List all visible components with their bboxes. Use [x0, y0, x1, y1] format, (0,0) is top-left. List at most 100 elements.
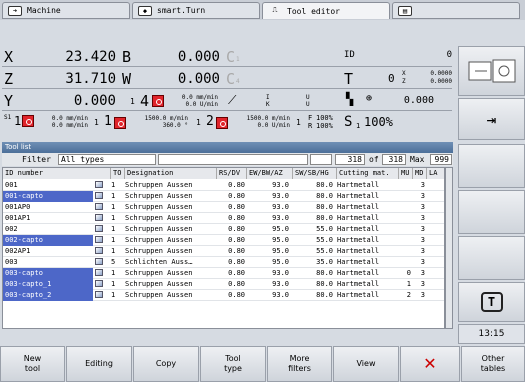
col-header-id[interactable]: ID number	[3, 168, 111, 179]
col-header-rs[interactable]: RS/DV	[217, 168, 247, 179]
tool-t-icon: T	[480, 292, 503, 312]
filter-input[interactable]	[158, 154, 308, 165]
editing-button[interactable]: Editing	[66, 346, 132, 382]
cell-to: 1	[111, 236, 116, 244]
feed-4-b: 0.0 U/min	[185, 101, 218, 108]
col-header-sw[interactable]: SW/SB/HG	[293, 168, 337, 179]
col-header-la[interactable]: LA	[427, 168, 444, 179]
cell-rs: 0.80	[228, 258, 245, 266]
measure-icon: ▚	[346, 92, 354, 106]
tab-machine[interactable]: ➜ Machine	[2, 2, 130, 19]
channel-n2: 1	[196, 118, 201, 127]
right-softkey-5[interactable]	[458, 236, 525, 280]
table-row[interactable]: 003-capto 1 Schruppen Aussen 0.80 93.0 80.0 Ha…	[3, 268, 444, 279]
z-offset-label: Z	[402, 78, 406, 85]
arrow-icon: ➜	[8, 5, 22, 16]
cell-rs: 0.80	[228, 225, 245, 233]
cell-mat: Hartmetall	[337, 203, 380, 211]
tool-icon	[95, 247, 103, 254]
col-header-mu[interactable]: MU	[399, 168, 413, 179]
rapid-override-value: 100%	[316, 122, 333, 130]
table-row[interactable]: 003-capto_1 1 Schruppen Aussen 0.80 93.0 80.0…	[3, 279, 444, 290]
cell-des: Schruppen Aussen	[125, 236, 193, 244]
table-row[interactable]: 002 1 Schruppen Aussen 0.80 95.0 55.0 Hartmeta…	[3, 224, 444, 235]
tool-type-button[interactable]: Tool type	[200, 346, 266, 382]
s1-number: 1	[14, 114, 22, 128]
table-row[interactable]: 002AP1 1 Schruppen Aussen 0.80 95.0 55.0 Hartm…	[3, 246, 444, 257]
cell-mat: Hartmetall	[337, 214, 380, 222]
cell-md: 3	[420, 258, 425, 266]
more-filters-button[interactable]: More filters	[267, 346, 332, 382]
x-axis-label: X	[4, 48, 14, 66]
table-row[interactable]: 001AP0 1 Schruppen Aussen 0.80 93.0 80.0 Hartm…	[3, 202, 444, 213]
cell-mat: Hartmetall	[337, 225, 380, 233]
right-softkey-4[interactable]	[458, 190, 525, 234]
divider	[2, 66, 452, 67]
cell-ew: 93.0	[272, 214, 289, 222]
w-axis-label: W	[122, 70, 132, 88]
col-header-designation[interactable]: Designation	[125, 168, 217, 179]
id-value: 0	[446, 50, 452, 60]
col-header-ew[interactable]: EW/BW/AZ	[247, 168, 293, 179]
spindle-1-speed-b: 360.0 °	[162, 122, 188, 129]
spindle-stop-icon	[152, 95, 164, 107]
tab-smart-turn[interactable]: ◆ smart.Turn	[132, 2, 260, 19]
lathe-icon	[468, 59, 515, 83]
tab-tool-editor[interactable]: ⎍ Tool editor	[262, 2, 390, 19]
new-tool-button[interactable]: New tool	[0, 346, 65, 382]
cell-ew: 95.0	[272, 247, 289, 255]
top-tab-bar: ➜ Machine ◆ smart.Turn ⎍ Tool editor ▤	[0, 0, 525, 20]
cell-to: 1	[111, 269, 116, 277]
col-header-cutting-mat[interactable]: Cutting mat.	[337, 168, 399, 179]
cell-des: Schruppen Aussen	[125, 269, 193, 277]
list-scrollbar[interactable]	[445, 167, 453, 329]
spindle-override-value: 100%	[364, 115, 393, 129]
id-label: ID	[344, 50, 355, 60]
view-button[interactable]: View	[333, 346, 399, 382]
x-axis-value: 23.420	[65, 49, 116, 65]
col-header-md[interactable]: MD	[413, 168, 427, 179]
cell-md: 3	[420, 181, 425, 189]
feed-1-b: 0.0 mm/min	[51, 122, 88, 129]
cell-id: 001AP0	[5, 203, 31, 211]
copy-button[interactable]: Copy	[133, 346, 199, 382]
cell-to: 1	[111, 225, 116, 233]
table-row[interactable]: 001AP1 1 Schruppen Aussen 0.80 93.0 80.0 Hartm…	[3, 213, 444, 224]
table-row[interactable]: 001 1 Schruppen Aussen 0.80 93.0 80.0 Hartmeta…	[3, 180, 444, 191]
z-axis-label: Z	[4, 70, 14, 88]
filter-input-2[interactable]	[310, 154, 332, 165]
cell-des: Schlichten Auss…	[125, 258, 193, 266]
filter-select[interactable]: All types	[58, 154, 156, 165]
of-label: of	[369, 155, 379, 164]
col-header-to[interactable]: TO	[111, 168, 125, 179]
cell-des: Schruppen Aussen	[125, 192, 193, 200]
delete-tool-button[interactable]: ✕	[400, 346, 460, 382]
tool-icon	[95, 258, 103, 265]
right-softkey-3[interactable]	[458, 144, 525, 188]
other-tables-button[interactable]: Other tables	[461, 346, 525, 382]
tab-program[interactable]: ▤	[392, 2, 520, 19]
cell-ew: 95.0	[272, 225, 289, 233]
cell-id: 002AP1	[5, 247, 31, 255]
table-row[interactable]: 003 5 Schlichten Auss… 0.80 95.0 35.0 Hartmeta…	[3, 257, 444, 268]
table-row[interactable]: 001-capto 1 Schruppen Aussen 0.80 93.0 80.0 Ha…	[3, 191, 444, 202]
spindle-2-speed-b: 0.0 U/min	[257, 122, 290, 129]
cell-id: 003-capto_2	[3, 290, 93, 301]
tool-softkey[interactable]: ⇥	[458, 98, 525, 140]
table-row[interactable]: 002-capto 1 Schruppen Aussen 0.80 95.0 55.0 Ha…	[3, 235, 444, 246]
tool-icon	[95, 214, 103, 221]
cell-rs: 0.80	[228, 214, 245, 222]
filter-row: Filter All types 318 of 318 Max 999	[2, 153, 453, 166]
cell-sw: 80.0	[316, 280, 333, 288]
machine-view-softkey[interactable]	[458, 46, 525, 96]
cell-mat: Hartmetall	[337, 280, 380, 288]
table-row[interactable]: 003-capto_2 1 Schruppen Aussen 0.80 93.0 80.0…	[3, 290, 444, 301]
b-axis-value: 0.000	[177, 49, 220, 65]
cell-id: 002	[5, 225, 18, 233]
cell-sw: 35.0	[316, 258, 333, 266]
cell-rs: 0.80	[228, 291, 245, 299]
cell-sw: 80.0	[316, 203, 333, 211]
cell-to: 1	[111, 203, 116, 211]
t-softkey[interactable]: T	[458, 282, 525, 322]
cell-mat: Hartmetall	[337, 269, 380, 277]
